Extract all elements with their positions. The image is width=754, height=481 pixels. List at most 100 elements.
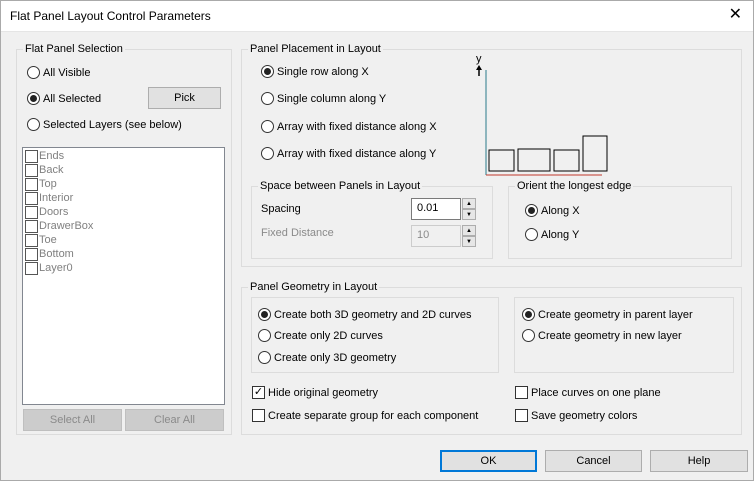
checkbox-icon: [25, 219, 38, 233]
layout-preview-diagram: [476, 65, 608, 176]
radio-selected-icon: [522, 308, 535, 321]
one-plane-checkbox[interactable]: Place curves on one plane: [515, 386, 661, 399]
parent-layer-label: Create geometry in parent layer: [538, 308, 693, 321]
single-column-radio[interactable]: Single column along Y: [261, 92, 386, 105]
array-y-radio[interactable]: Array with fixed distance along Y: [261, 147, 436, 160]
spacing-title: Space between Panels in Layout: [258, 180, 423, 193]
layer-label: Layer0: [39, 262, 73, 274]
close-icon[interactable]: ✕: [729, 6, 742, 24]
checkbox-icon: [515, 386, 528, 399]
layer-listbox[interactable]: Ends Back Top Interior Doors DrawerBox T…: [22, 147, 225, 405]
layer-label: Doors: [39, 206, 69, 218]
checkbox-icon: [25, 191, 38, 205]
spacing-up-button[interactable]: ▲: [462, 198, 476, 209]
select-all-button[interactable]: Select All: [23, 409, 122, 431]
help-button[interactable]: Help: [650, 450, 748, 472]
layer-item[interactable]: Toe: [23, 233, 224, 247]
save-colors-label: Save geometry colors: [531, 409, 638, 422]
one-plane-label: Place curves on one plane: [531, 386, 661, 399]
new-layer-radio[interactable]: Create geometry in new layer: [522, 329, 682, 342]
separate-group-checkbox[interactable]: Create separate group for each component: [252, 409, 478, 422]
clear-all-button[interactable]: Clear All: [125, 409, 224, 431]
orient-title: Orient the longest edge: [515, 180, 634, 193]
hide-original-checkbox[interactable]: ✓ Hide original geometry: [252, 386, 378, 399]
checkbox-icon: [25, 261, 38, 275]
panel-placement-title: Panel Placement in Layout: [248, 43, 383, 56]
panel-shape: [488, 149, 515, 172]
only-2d-label: Create only 2D curves: [274, 329, 383, 342]
radio-icon: [525, 228, 538, 241]
spacing-input[interactable]: 0.01: [411, 198, 461, 220]
radio-selected-icon: [261, 65, 274, 78]
orient-group: Orient the longest edge: [508, 180, 732, 259]
fixed-distance-down-button[interactable]: ▼: [462, 236, 476, 247]
parent-layer-radio[interactable]: Create geometry in parent layer: [522, 308, 693, 321]
spacing-group: Space between Panels in Layout: [251, 180, 493, 259]
save-colors-checkbox[interactable]: Save geometry colors: [515, 409, 637, 422]
all-visible-radio[interactable]: All Visible: [27, 66, 91, 79]
radio-icon: [261, 147, 274, 160]
flat-panel-selection-title: Flat Panel Selection: [23, 43, 125, 56]
selected-layers-radio[interactable]: Selected Layers (see below): [27, 118, 182, 131]
spacing-down-button[interactable]: ▼: [462, 209, 476, 220]
all-selected-radio[interactable]: All Selected: [27, 92, 101, 105]
selected-layers-label: Selected Layers (see below): [43, 118, 182, 131]
new-layer-label: Create geometry in new layer: [538, 329, 682, 342]
both-geometry-label: Create both 3D geometry and 2D curves: [274, 308, 472, 321]
along-x-radio[interactable]: Along X: [525, 204, 580, 217]
layer-item[interactable]: Ends: [23, 149, 224, 163]
along-y-radio[interactable]: Along Y: [525, 228, 579, 241]
checkbox-icon: [25, 205, 38, 219]
fixed-distance-label: Fixed Distance: [261, 227, 334, 239]
radio-selected-icon: [258, 308, 271, 321]
layer-item[interactable]: Doors: [23, 205, 224, 219]
layer-item[interactable]: Bottom: [23, 247, 224, 261]
radio-icon: [27, 66, 40, 79]
panel-shape: [517, 148, 551, 172]
array-y-label: Array with fixed distance along Y: [277, 147, 437, 160]
radio-icon: [261, 92, 274, 105]
checkbox-icon: [25, 149, 38, 163]
layer-item[interactable]: Back: [23, 163, 224, 177]
axis-arrow-icon: [476, 65, 482, 76]
layer-item[interactable]: Layer0: [23, 261, 224, 275]
fixed-distance-up-button[interactable]: ▲: [462, 225, 476, 236]
title-bar: Flat Panel Layout Control Parameters ✕: [0, 0, 754, 32]
layer-label: Ends: [39, 150, 65, 162]
layer-label: Back: [39, 164, 64, 176]
layer-item[interactable]: Top: [23, 177, 224, 191]
radio-selected-icon: [525, 204, 538, 217]
radio-selected-icon: [27, 92, 40, 105]
hide-original-label: Hide original geometry: [268, 386, 379, 399]
all-visible-label: All Visible: [43, 66, 91, 79]
only-3d-radio[interactable]: Create only 3D geometry: [258, 351, 396, 364]
radio-icon: [522, 329, 535, 342]
single-column-label: Single column along Y: [277, 92, 387, 105]
only-2d-radio[interactable]: Create only 2D curves: [258, 329, 383, 342]
array-x-radio[interactable]: Array with fixed distance along X: [261, 120, 437, 133]
layer-item[interactable]: Interior: [23, 191, 224, 205]
both-geometry-radio[interactable]: Create both 3D geometry and 2D curves: [258, 308, 472, 321]
checkmark-icon: ✓: [252, 386, 265, 399]
layer-label: DrawerBox: [39, 220, 94, 232]
radio-icon: [261, 120, 274, 133]
along-y-label: Along Y: [541, 228, 580, 241]
cancel-button[interactable]: Cancel: [545, 450, 642, 472]
checkbox-icon: [25, 177, 38, 191]
checkbox-icon: [252, 409, 265, 422]
layer-label: Interior: [39, 192, 74, 204]
layer-label: Bottom: [39, 248, 74, 260]
checkbox-icon: [25, 247, 38, 261]
window-title: Flat Panel Layout Control Parameters: [10, 9, 211, 23]
radio-icon: [258, 351, 271, 364]
array-x-label: Array with fixed distance along X: [277, 120, 437, 133]
single-row-radio[interactable]: Single row along X: [261, 65, 369, 78]
single-row-label: Single row along X: [277, 65, 369, 78]
ok-button[interactable]: OK: [440, 450, 537, 472]
only-3d-label: Create only 3D geometry: [274, 351, 397, 364]
layer-item[interactable]: DrawerBox: [23, 219, 224, 233]
panel-shape: [582, 135, 608, 172]
radio-icon: [258, 329, 271, 342]
fixed-distance-input[interactable]: 10: [411, 225, 461, 247]
pick-button[interactable]: Pick: [148, 87, 221, 109]
